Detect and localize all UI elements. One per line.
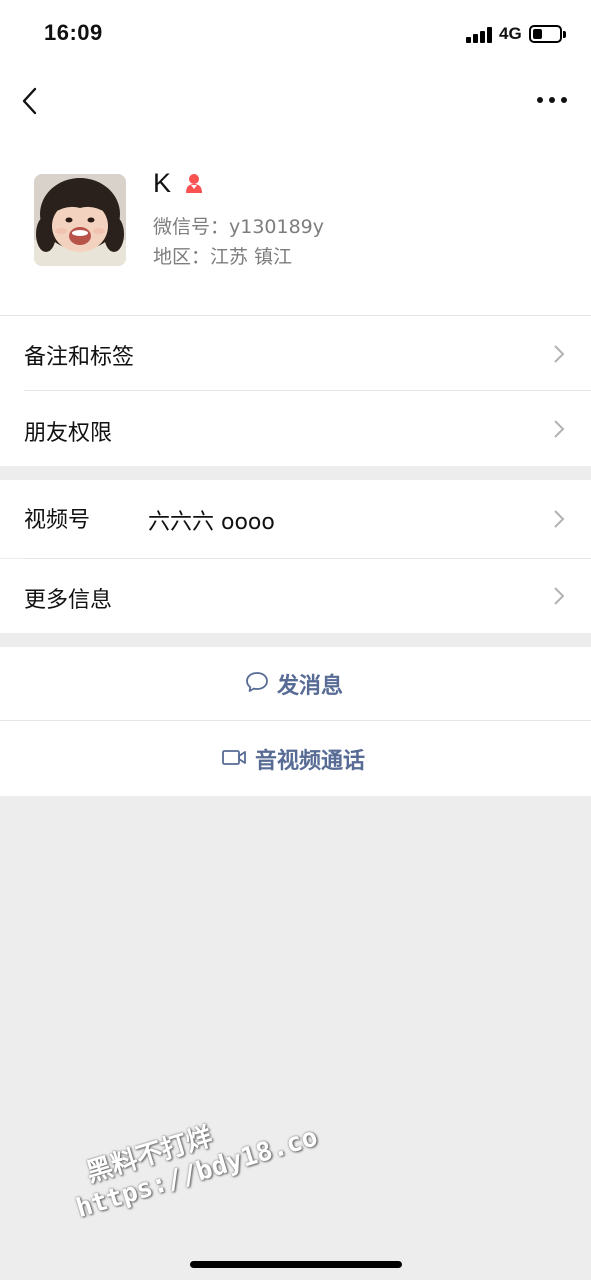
- more-info-label: 更多信息: [24, 588, 113, 613]
- chevron-right-icon: [550, 585, 568, 607]
- video-call-button[interactable]: 音视频通话: [0, 721, 591, 796]
- send-message-button[interactable]: 发消息: [0, 647, 591, 721]
- remark-tags-label: 备注和标签: [24, 345, 135, 370]
- home-indicator[interactable]: [190, 1261, 402, 1268]
- avatar[interactable]: [34, 174, 126, 266]
- region: 地区：江苏 镇江: [153, 246, 293, 268]
- channels-label: 视频号: [24, 508, 91, 533]
- friend-permissions-label: 朋友权限: [24, 421, 113, 446]
- more-options-icon[interactable]: [534, 88, 570, 114]
- status-bar: 16:09 4G: [0, 0, 591, 70]
- nav-bar: [0, 70, 591, 134]
- chevron-right-icon: [550, 343, 568, 365]
- chevron-right-icon: [550, 418, 568, 440]
- remark-tags-cell[interactable]: 备注和标签: [0, 316, 591, 391]
- profile-header: K 微信号：y130189y 地区：江苏 镇江: [0, 134, 591, 316]
- chevron-right-icon: [550, 508, 568, 530]
- channels-cell[interactable]: 视频号 六六六 oooo: [0, 480, 591, 558]
- signal-icon: [466, 27, 494, 43]
- friend-permissions-cell[interactable]: 朋友权限: [0, 391, 591, 466]
- battery-cap: [563, 31, 566, 38]
- video-camera-icon: [221, 747, 247, 771]
- battery-level: [533, 29, 542, 39]
- chat-bubble-icon: [245, 671, 269, 697]
- battery-icon: [529, 25, 562, 43]
- send-message-label: 发消息: [277, 674, 344, 699]
- video-call-label: 音视频通话: [255, 748, 366, 774]
- contact-name: K: [153, 168, 172, 198]
- back-icon[interactable]: [18, 84, 46, 118]
- female-person-icon: [183, 172, 205, 194]
- send-message-content: 发消息: [245, 647, 343, 721]
- status-time: 16:09: [44, 20, 103, 45]
- video-call-content: 音视频通话: [221, 721, 365, 796]
- contact-profile-screen: 16:09 4G K 微信号：y130189y 地区：江苏 镇江 备注和标签 朋…: [0, 0, 591, 1280]
- more-info-cell[interactable]: 更多信息: [0, 559, 591, 633]
- watermark: 黑料不打烊 https://bdy18.co: [62, 1087, 321, 1224]
- wechat-id: 微信号：y130189y: [153, 216, 325, 238]
- network-type: 4G: [499, 24, 522, 43]
- channels-value: 六六六 oooo: [148, 510, 275, 535]
